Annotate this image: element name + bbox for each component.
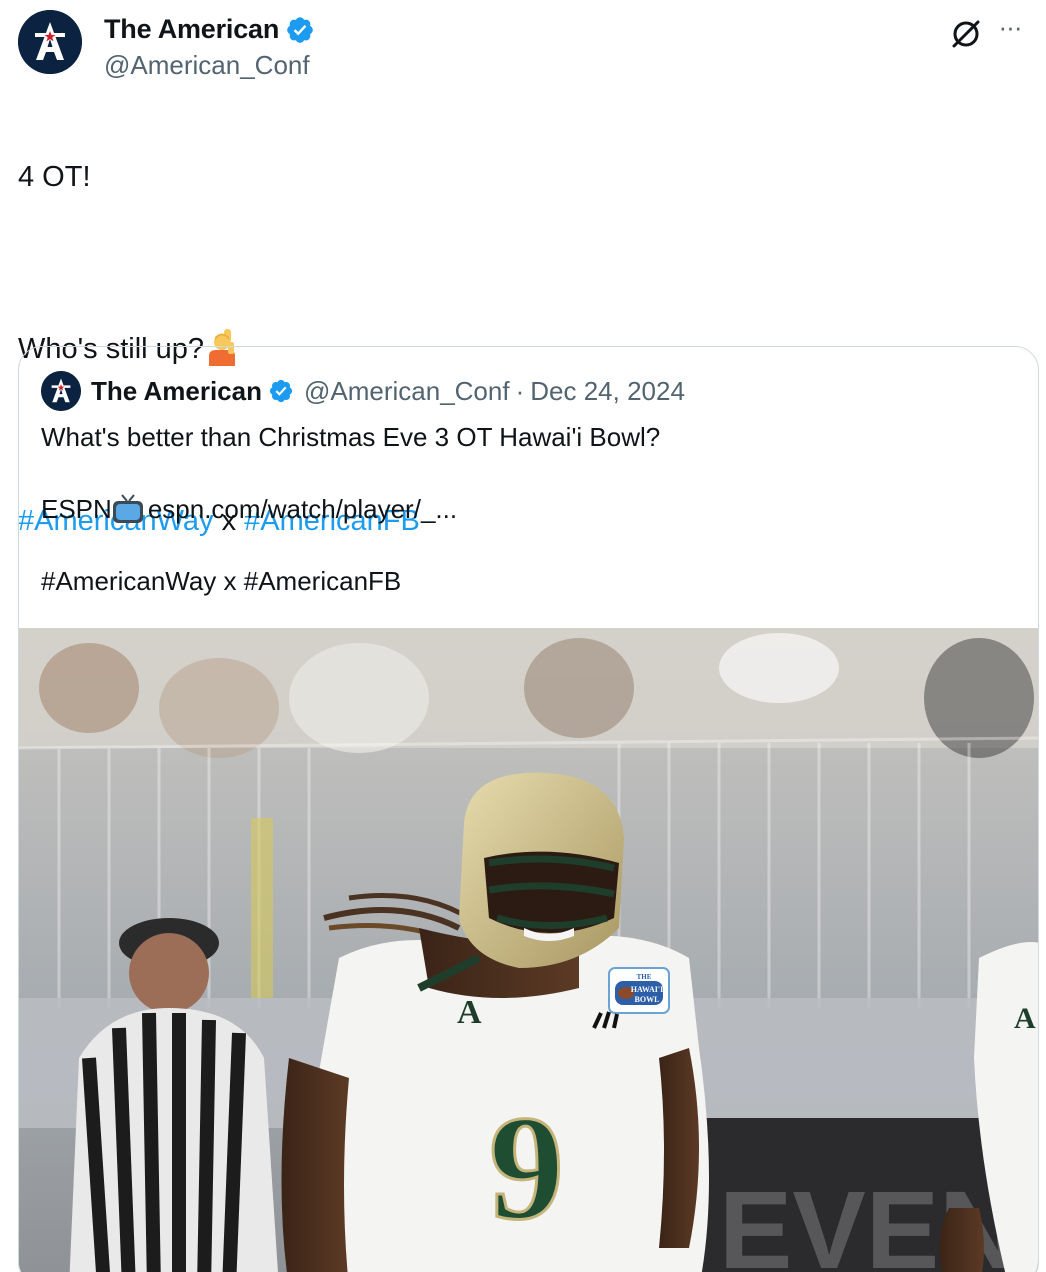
quoted-author-avatar bbox=[41, 371, 81, 411]
tweet-line-1: 4 OT! bbox=[18, 161, 91, 193]
quoted-line-1: What's better than Christmas Eve 3 OT Ha… bbox=[41, 422, 661, 452]
espn-link[interactable]: espn.com/watch/player/_... bbox=[148, 494, 457, 524]
quoted-author-handle: @American_Conf bbox=[303, 375, 510, 406]
patch-text-top: THE bbox=[637, 973, 652, 981]
american-conference-logo-icon bbox=[41, 371, 81, 411]
teammate-a-logo: A bbox=[1014, 1002, 1036, 1035]
author-avatar[interactable] bbox=[18, 10, 82, 74]
author-name-row: The American bbox=[104, 14, 315, 45]
espn-label: ESPN bbox=[41, 494, 112, 524]
patch-text-bottom: BOWL bbox=[635, 995, 660, 1004]
separator-dot: · bbox=[515, 375, 525, 406]
quoted-media-photo[interactable]: EVENT bbox=[19, 628, 1038, 1272]
grok-button[interactable] bbox=[946, 14, 986, 54]
jersey-number: 9 bbox=[489, 1085, 564, 1251]
quoted-hashtags: #AmericanWay x #AmericanFB bbox=[41, 566, 402, 596]
quoted-author-name: The American bbox=[91, 375, 262, 406]
chest-a-logo: A bbox=[457, 994, 482, 1031]
patch-text-mid: HAWAI'I bbox=[631, 985, 663, 994]
verified-badge-icon bbox=[269, 379, 293, 403]
football-player-photo: EVENT bbox=[19, 628, 1038, 1272]
author-name[interactable]: The American bbox=[104, 14, 279, 45]
quoted-date: Dec 24, 2024 bbox=[530, 375, 685, 406]
quoted-tweet[interactable]: The American @American_Conf · Dec 24, 20… bbox=[18, 346, 1039, 1272]
more-icon[interactable]: ··· bbox=[992, 14, 1028, 50]
grok-icon bbox=[952, 20, 980, 48]
verified-badge-icon[interactable] bbox=[285, 15, 315, 45]
tweet-header: The American @American_Conf ··· bbox=[18, 10, 1028, 84]
american-conference-logo-icon bbox=[18, 10, 82, 74]
television-icon bbox=[112, 494, 143, 523]
quoted-espn-line: ESPN espn.com/watch/player/_... bbox=[41, 491, 1021, 527]
author-handle[interactable]: @American_Conf bbox=[104, 50, 310, 81]
quoted-tweet-header: The American @American_Conf · Dec 24, 20… bbox=[41, 371, 685, 411]
quoted-tweet-text: What's better than Christmas Eve 3 OT Ha… bbox=[41, 419, 1021, 599]
